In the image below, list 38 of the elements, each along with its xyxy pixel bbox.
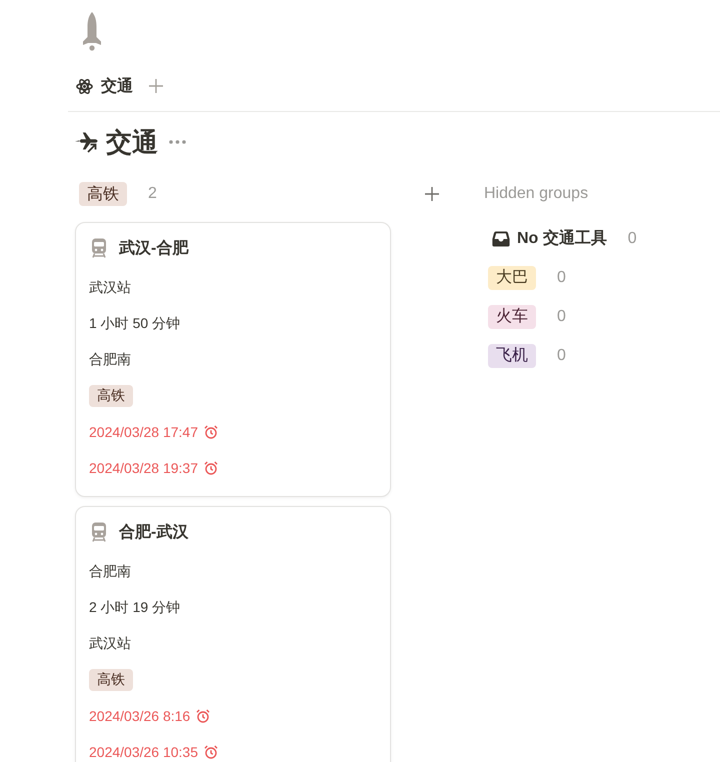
board-card[interactable]: 合肥-武汉 合肥南 2 小时 19 分钟 武汉站 高铁 2024/03/26 8:16 2024/03/26 10:35 (75, 506, 391, 762)
group-count: 0 (628, 230, 637, 248)
hidden-group-tag[interactable]: 大巴 (488, 266, 536, 290)
property-text: 1 小时 50 分钟 (89, 315, 180, 333)
date-text: 2024/03/28 19:37 (89, 460, 198, 476)
date-text: 2024/03/26 8:16 (89, 708, 190, 724)
train-icon (91, 522, 107, 542)
database-title: 交通 (106, 126, 158, 159)
inbox-icon (492, 230, 510, 246)
date-text: 2024/03/26 10:35 (89, 744, 198, 760)
group-count: 2 (148, 185, 157, 203)
plus-icon (424, 186, 440, 202)
group-count: 0 (557, 268, 566, 286)
more-icon (168, 140, 186, 144)
property-text: 2 小时 19 分钟 (89, 599, 180, 617)
property-text: 武汉站 (89, 279, 131, 297)
group-tag[interactable]: 高铁 (79, 182, 127, 206)
atom-icon (76, 78, 93, 94)
group-count: 0 (557, 346, 566, 364)
property-text: 武汉站 (89, 635, 131, 653)
hidden-group[interactable]: No 交通工具 (488, 224, 607, 252)
hidden-group-tag[interactable]: 飞机 (488, 344, 536, 368)
board-card[interactable]: 武汉-合肥 武汉站 1 小时 50 分钟 合肥南 高铁 2024/03/28 17:47 2024/03/28 19:37 (75, 222, 391, 497)
rocket-icon[interactable] (80, 12, 104, 51)
train-icon (91, 238, 107, 258)
property-text: 合肥南 (89, 351, 131, 369)
plus-icon (148, 78, 164, 94)
date-text: 2024/03/28 17:47 (89, 424, 198, 440)
property-text: 合肥南 (89, 563, 131, 581)
card-title: 合肥-武汉 (119, 522, 188, 542)
card-title: 武汉-合肥 (119, 238, 188, 258)
hidden-group-tag[interactable]: 火车 (488, 304, 536, 328)
transport-tag: 高铁 (89, 669, 133, 691)
group-count: 0 (557, 308, 566, 326)
hidden-groups-heading: Hidden groups (484, 184, 590, 204)
view-tab[interactable]: 交通 (74, 72, 135, 100)
transport-tag: 高铁 (89, 385, 133, 407)
plane-arrow-icon (74, 131, 99, 153)
